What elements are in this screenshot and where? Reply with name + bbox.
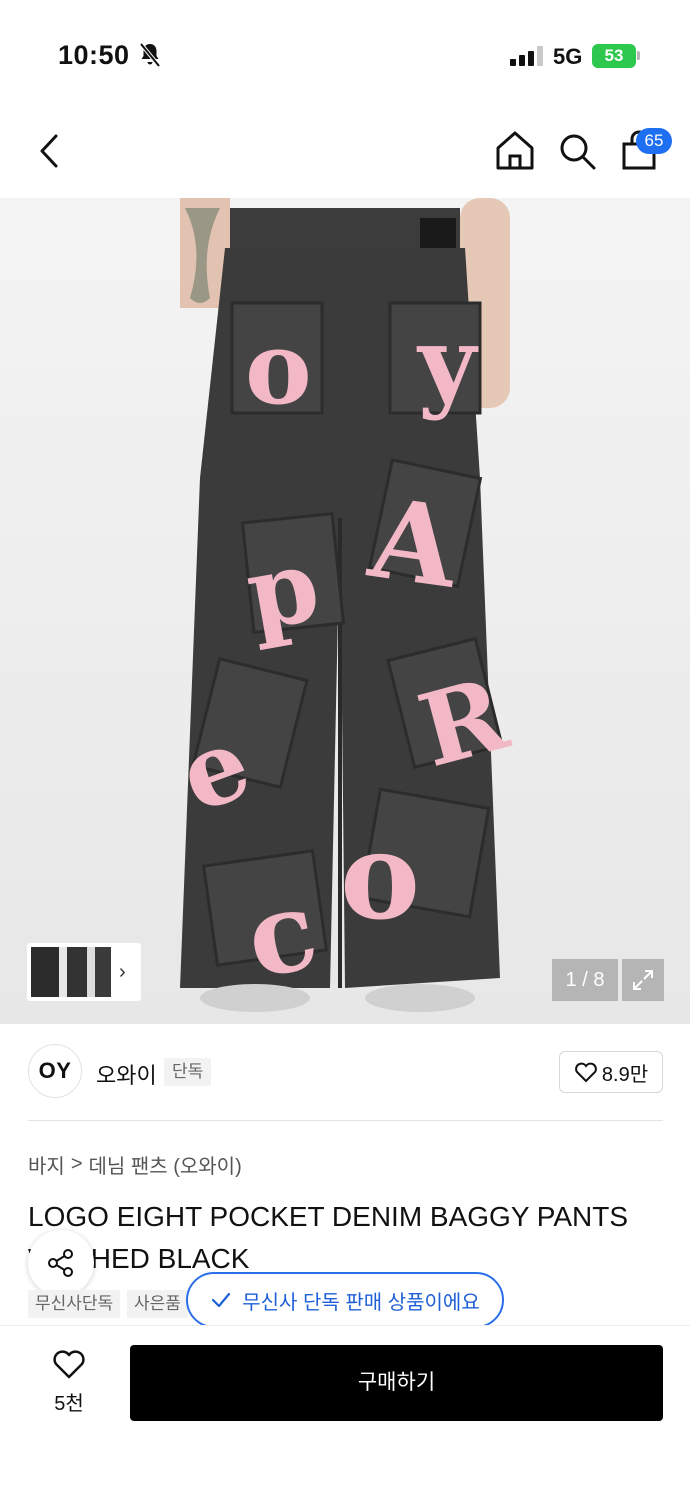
- thumbnail-strip[interactable]: ›: [27, 943, 141, 1001]
- signal-icon: [510, 46, 543, 66]
- battery-level: 53: [592, 44, 636, 68]
- divider: [28, 1120, 663, 1121]
- exclusive-toast-text: 무신사 단독 판매 상품이에요: [242, 1291, 480, 1314]
- product-image[interactable]: o y p A e R c o: [0, 198, 690, 1024]
- brand-logo[interactable]: OY: [28, 1044, 82, 1098]
- share-button[interactable]: [28, 1230, 94, 1296]
- product-title: LOGO EIGHT POCKET DENIM BAGGY PANTS WASH…: [28, 1201, 629, 1274]
- wishlist-button[interactable]: 5천: [40, 1348, 98, 1416]
- breadcrumb-category[interactable]: 바지: [28, 1150, 65, 1179]
- cart-count-badge: 65: [636, 128, 672, 154]
- brand-like-count: 8.9만: [601, 1063, 649, 1086]
- thumbnail-image[interactable]: [31, 947, 111, 997]
- heart-icon: [53, 1350, 85, 1379]
- back-arrow-icon[interactable]: [30, 128, 70, 174]
- network-type: 5G: [553, 44, 583, 69]
- wishlist-count: 5천: [54, 1393, 84, 1415]
- home-icon[interactable]: [494, 128, 536, 174]
- tag-gift: 사은품: [127, 1290, 188, 1318]
- expand-image-button[interactable]: [622, 959, 664, 1001]
- breadcrumb: 바지 > 데님 팬츠 (오와이): [28, 1150, 242, 1179]
- bell-muted-icon: [139, 42, 161, 68]
- status-time: 10:50: [58, 40, 130, 70]
- brand-exclusive-tag: 단독: [164, 1058, 212, 1086]
- breadcrumb-separator: >: [70, 1153, 83, 1175]
- image-page-indicator: 1 / 8: [552, 959, 618, 1001]
- exclusive-toast: 무신사 단독 판매 상품이에요: [186, 1272, 504, 1328]
- heart-icon: [575, 1062, 597, 1083]
- breadcrumb-subcategory[interactable]: 데님 팬츠 (오와이): [89, 1150, 242, 1179]
- checkmark-icon: [212, 1292, 231, 1308]
- battery-tip: [637, 51, 640, 60]
- buy-button[interactable]: 구매하기: [130, 1345, 663, 1421]
- search-icon[interactable]: [556, 130, 598, 172]
- brand-name[interactable]: 오와이: [96, 1058, 157, 1090]
- svg-text:o: o: [340, 806, 420, 947]
- chevron-right-icon[interactable]: ›: [119, 961, 126, 984]
- expand-icon: [633, 970, 653, 990]
- svg-text:o: o: [245, 309, 312, 427]
- share-icon: [48, 1249, 73, 1277]
- status-bar: 10:50 5G 53: [0, 0, 690, 100]
- tag-musinsa-exclusive: 무신사단독: [28, 1290, 121, 1318]
- brand-like-button[interactable]: 8.9만: [559, 1051, 663, 1093]
- svg-text:y: y: [416, 304, 479, 422]
- product-photo-pants: o y p A e R c o: [165, 198, 519, 1012]
